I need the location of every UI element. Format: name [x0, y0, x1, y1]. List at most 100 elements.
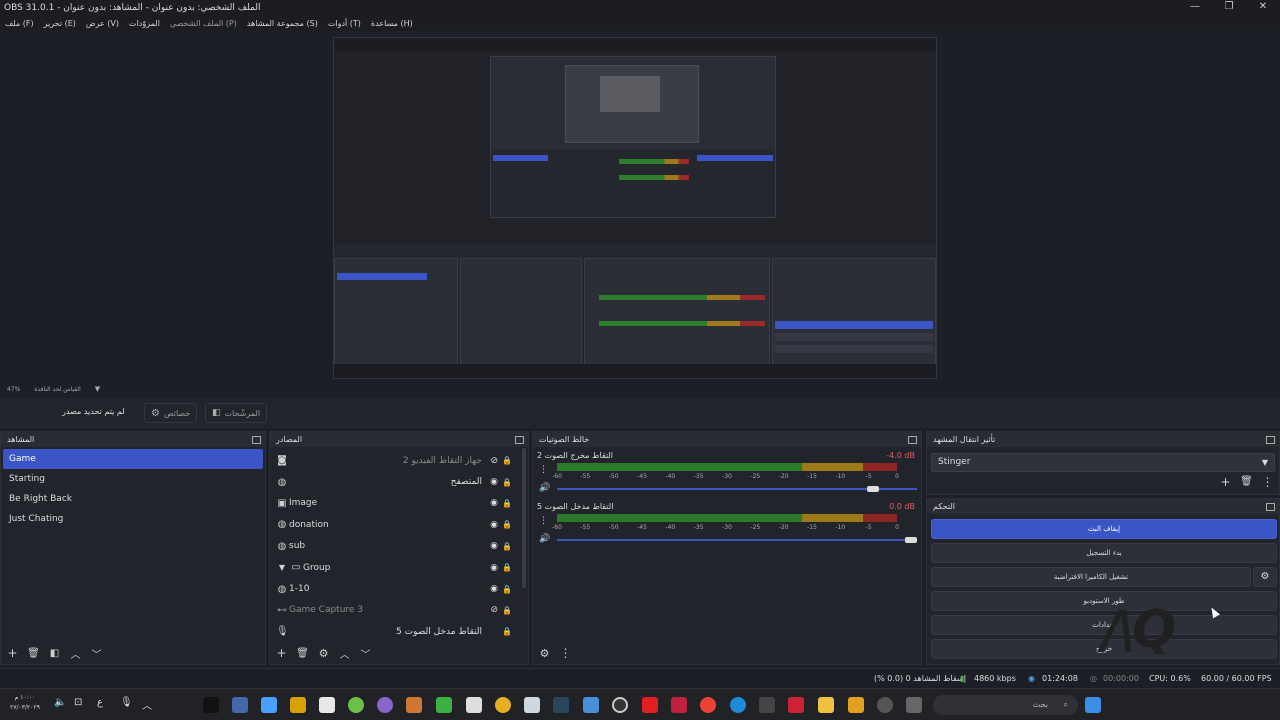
add-scene-button[interactable]: +: [5, 646, 20, 661]
eye-off-icon[interactable]: ⊘: [490, 456, 498, 466]
menu-profile[interactable]: الملف الشخصي (P): [170, 19, 237, 28]
obs-icon[interactable]: [612, 697, 628, 713]
source-item[interactable]: ◍ donation ◉ 🔒: [270, 514, 528, 535]
undock-icon[interactable]: [1266, 435, 1275, 444]
sources-scrollbar[interactable]: [522, 448, 526, 588]
close-button[interactable]: ✕: [1246, 0, 1280, 16]
mic-icon[interactable]: 🎙: [120, 697, 133, 708]
gear-icon[interactable]: ⚙: [537, 646, 552, 661]
chevron-up-icon[interactable]: ︿: [142, 697, 152, 712]
lock-icon[interactable]: 🔒: [502, 585, 512, 594]
app-icon[interactable]: [348, 697, 364, 713]
network-icon[interactable]: ⊡: [74, 697, 82, 708]
scene-item-game[interactable]: Game: [3, 449, 263, 469]
app-r-icon[interactable]: [290, 697, 306, 713]
undock-icon[interactable]: [1266, 502, 1275, 511]
scene-item-be-right-back[interactable]: Be Right Back: [3, 489, 263, 509]
volume-slider[interactable]: [557, 486, 917, 492]
eye-icon[interactable]: ◉: [490, 477, 498, 487]
kebab-icon[interactable]: ⋮: [558, 646, 573, 661]
lock-icon[interactable]: 🔒: [502, 520, 512, 529]
app-icon[interactable]: [788, 697, 804, 713]
move-down-button[interactable]: ﹀: [358, 646, 373, 661]
kebab-icon[interactable]: ⋮: [1260, 474, 1275, 489]
speaker-icon[interactable]: 🔊: [539, 534, 550, 544]
move-up-button[interactable]: ︿: [68, 646, 83, 661]
transition-select[interactable]: Stinger ▼: [931, 453, 1275, 472]
source-item[interactable]: ⊷ Game Capture 3 ⊘ 🔒: [270, 600, 528, 621]
chevron-down-icon[interactable]: ▼: [95, 385, 100, 393]
chrome-icon[interactable]: [700, 697, 716, 713]
menu-file[interactable]: ملف (F): [5, 19, 34, 28]
menu-edit[interactable]: تحرير (E): [44, 19, 76, 28]
shield-icon[interactable]: [232, 697, 248, 713]
remove-scene-button[interactable]: 🗑: [26, 646, 41, 661]
zoom-level[interactable]: 47%: [7, 386, 20, 393]
scale-mode[interactable]: القياس لحد النافذة: [34, 386, 80, 393]
chevron-down-icon[interactable]: ▼: [276, 563, 288, 572]
move-down-button[interactable]: ﹀: [89, 646, 104, 661]
eye-icon[interactable]: ◉: [490, 520, 498, 530]
undock-icon[interactable]: [908, 435, 917, 444]
tiktok-icon[interactable]: [203, 697, 219, 713]
input-lang[interactable]: ع: [97, 697, 103, 708]
app-icon[interactable]: [583, 697, 599, 713]
add-transition-button[interactable]: +: [1218, 474, 1233, 489]
source-item[interactable]: ◍ المتصفح ◉ 🔒: [270, 471, 528, 492]
source-item[interactable]: ◍ 1-10 ◉ 🔒: [270, 578, 528, 599]
scene-item-starting[interactable]: Starting: [3, 469, 263, 489]
menu-help[interactable]: مساعدة (H): [371, 19, 413, 28]
menu-docks[interactable]: المزوّدات: [129, 19, 160, 28]
kebab-icon[interactable]: ⋮: [539, 516, 548, 526]
slider-handle[interactable]: [905, 537, 917, 543]
lock-icon[interactable]: 🔒: [502, 606, 512, 615]
task-view-icon[interactable]: [906, 697, 922, 713]
filters-button[interactable]: ◧ المرشّحات: [205, 403, 268, 423]
media-icon[interactable]: [877, 697, 893, 713]
kebab-icon[interactable]: ⋮: [539, 465, 548, 475]
menu-view[interactable]: عرض (V): [86, 19, 119, 28]
stop-stream-button[interactable]: إيقاف البث: [931, 519, 1277, 539]
minimize-button[interactable]: —: [1178, 0, 1212, 16]
app-icon[interactable]: [759, 697, 775, 713]
undock-icon[interactable]: [515, 435, 524, 444]
document-icon[interactable]: [319, 697, 335, 713]
app-icon[interactable]: [406, 697, 422, 713]
scene-item-just-chating[interactable]: Just Chating: [3, 509, 263, 529]
source-item-group[interactable]: ▼ ▭ Group ◉ 🔒: [270, 557, 528, 578]
start-recording-button[interactable]: بدء التسجيل: [931, 543, 1277, 563]
app-icon[interactable]: [671, 697, 687, 713]
menu-scene-collection[interactable]: مجموعة المشاهد (S): [247, 19, 318, 28]
discord-icon[interactable]: [377, 697, 393, 713]
app-icon[interactable]: [848, 697, 864, 713]
source-properties-button[interactable]: ⚙: [316, 646, 331, 661]
speaker-icon[interactable]: 🔊: [539, 483, 550, 493]
slider-handle[interactable]: [867, 486, 879, 492]
eye-icon[interactable]: ◉: [490, 563, 498, 573]
folder-icon[interactable]: [818, 697, 834, 713]
source-item[interactable]: ▣ Image ◉ 🔒: [270, 493, 528, 514]
maximize-button[interactable]: ❐: [1212, 0, 1246, 16]
lock-icon[interactable]: 🔒: [502, 563, 512, 572]
lock-icon[interactable]: 🔒: [502, 456, 512, 465]
remove-source-button[interactable]: 🗑: [295, 646, 310, 661]
menu-tools[interactable]: أدوات (T): [328, 19, 361, 28]
scene-filters-button[interactable]: ◧: [47, 646, 62, 661]
lock-icon[interactable]: 🔒: [502, 478, 512, 487]
app-icon[interactable]: [466, 697, 482, 713]
source-item[interactable]: 🎙 التقاط مدخل الصوت 5 🔒: [270, 621, 528, 642]
taskbar-clock[interactable]: ١٠:٠٠ م ٢٧/٠٣/٢٠٢٩: [10, 693, 40, 713]
lock-icon[interactable]: 🔒: [502, 499, 512, 508]
speaker-icon[interactable]: 🔈: [54, 697, 66, 708]
preview-canvas[interactable]: [333, 37, 937, 379]
virtual-camera-button[interactable]: تشغيل الكاميرا الافتراضية: [931, 567, 1251, 587]
lock-icon[interactable]: 🔒: [502, 542, 512, 551]
volume-slider[interactable]: [557, 537, 917, 543]
eye-icon[interactable]: ◉: [490, 541, 498, 551]
windows-start-icon[interactable]: [1085, 697, 1101, 713]
properties-button[interactable]: ⚙ خصائص: [144, 403, 198, 423]
remove-transition-button[interactable]: 🗑: [1239, 474, 1254, 489]
lock-icon[interactable]: 🔒: [502, 627, 512, 636]
undock-icon[interactable]: [252, 435, 261, 444]
add-source-button[interactable]: +: [274, 646, 289, 661]
